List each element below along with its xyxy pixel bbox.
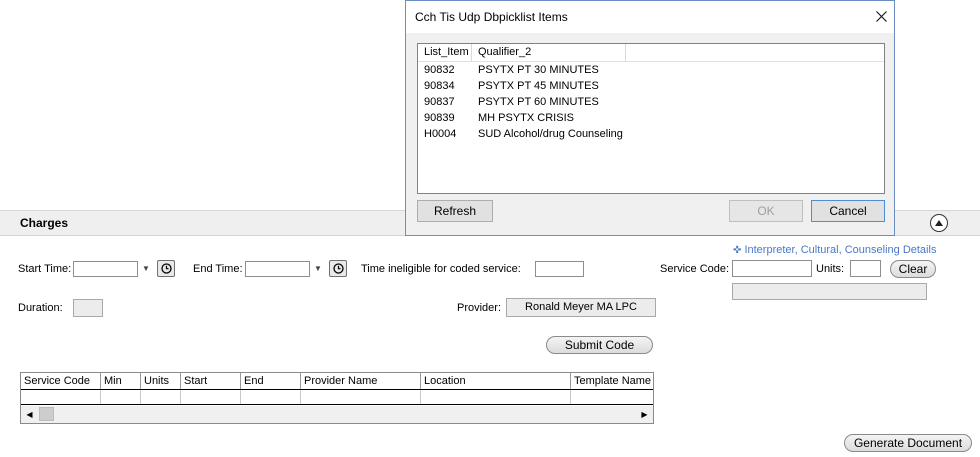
collapse-charges-button[interactable] xyxy=(930,214,948,232)
picklist-header: List_Item Qualifier_2 xyxy=(418,44,884,62)
end-time-input[interactable] xyxy=(245,261,310,277)
start-time-input[interactable] xyxy=(73,261,138,277)
list-item-description: PSYTX PT 60 MINUTES xyxy=(478,96,599,108)
time-ineligible-label: Time ineligible for coded service: xyxy=(361,263,521,275)
close-icon xyxy=(875,10,887,22)
column-min[interactable]: Min xyxy=(101,373,141,389)
chevron-up-icon xyxy=(935,220,943,226)
scroll-thumb[interactable] xyxy=(39,407,54,421)
dialog-body: List_Item Qualifier_2 90832 PSYTX PT 30 … xyxy=(406,33,894,235)
start-time-label: Start Time: xyxy=(18,263,72,275)
list-item-code: H0004 xyxy=(424,128,457,140)
end-time-label: End Time: xyxy=(193,263,243,275)
submit-code-button[interactable]: Submit Code xyxy=(546,336,653,354)
list-item-code: 90834 xyxy=(424,80,455,92)
provider-value: Ronald Meyer MA LPC xyxy=(506,298,656,317)
grid-header: Service Code Min Units Start End Provide… xyxy=(21,373,653,390)
charges-title: Charges xyxy=(20,216,69,230)
picklist-dialog: Cch Tis Udp Dbpicklist Items List_Item Q… xyxy=(405,0,895,236)
service-code-description xyxy=(732,283,927,300)
list-item-description: PSYTX PT 30 MINUTES xyxy=(478,64,599,76)
end-time-clock-button[interactable] xyxy=(329,260,347,277)
expand-icon: ✜ xyxy=(733,245,742,256)
clock-icon xyxy=(332,263,344,274)
column-end[interactable]: End xyxy=(241,373,301,389)
generate-document-button[interactable]: Generate Document xyxy=(844,434,972,452)
column-template-name[interactable]: Template Name xyxy=(571,373,653,389)
list-item-description: SUD Alcohol/drug Counseling xyxy=(478,128,623,140)
column-provider-name[interactable]: Provider Name xyxy=(301,373,421,389)
provider-label: Provider: xyxy=(457,302,502,314)
column-service-code[interactable]: Service Code xyxy=(21,373,101,389)
column-location[interactable]: Location xyxy=(421,373,571,389)
list-item-code: 90837 xyxy=(424,96,455,108)
list-item-description: PSYTX PT 45 MINUTES xyxy=(478,80,599,92)
start-time-clock-button[interactable] xyxy=(157,260,175,277)
list-item[interactable]: 90839 MH PSYTX CRISIS xyxy=(418,110,884,126)
clear-button[interactable]: Clear xyxy=(890,260,936,278)
clock-icon xyxy=(160,263,172,274)
dialog-close-button[interactable] xyxy=(868,5,894,27)
list-item[interactable]: H0004 SUD Alcohol/drug Counseling xyxy=(418,126,884,142)
list-item[interactable]: 90837 PSYTX PT 60 MINUTES xyxy=(418,94,884,110)
list-item-description: MH PSYTX CRISIS xyxy=(478,112,574,124)
duration-value xyxy=(73,299,103,317)
scroll-right-icon[interactable]: ▶ xyxy=(636,406,653,423)
picklist[interactable]: List_Item Qualifier_2 90832 PSYTX PT 30 … xyxy=(417,43,885,194)
list-item[interactable]: 90832 PSYTX PT 30 MINUTES xyxy=(418,62,884,78)
cancel-button[interactable]: Cancel xyxy=(811,200,885,222)
units-input[interactable] xyxy=(850,260,881,277)
start-time-dropdown-icon[interactable]: ▼ xyxy=(142,264,150,273)
service-code-input[interactable] xyxy=(732,260,812,277)
column-start[interactable]: Start xyxy=(181,373,241,389)
column-qualifier-2[interactable]: Qualifier_2 xyxy=(472,44,626,61)
list-item[interactable]: 90834 PSYTX PT 45 MINUTES xyxy=(418,78,884,94)
scroll-left-icon[interactable]: ◀ xyxy=(21,406,38,423)
dialog-title: Cch Tis Udp Dbpicklist Items xyxy=(415,10,568,24)
interpreter-details-label: Interpreter, Cultural, Counseling Detail… xyxy=(744,244,937,256)
interpreter-details-link[interactable]: ✜ Interpreter, Cultural, Counseling Deta… xyxy=(733,244,936,256)
list-item-code: 90832 xyxy=(424,64,455,76)
table-row[interactable] xyxy=(21,390,653,405)
refresh-button[interactable]: Refresh xyxy=(417,200,493,222)
duration-label: Duration: xyxy=(18,302,63,314)
horizontal-scrollbar[interactable]: ◀ ▶ xyxy=(21,406,653,423)
end-time-dropdown-icon[interactable]: ▼ xyxy=(314,264,322,273)
column-list-item[interactable]: List_Item xyxy=(418,44,472,61)
service-code-label: Service Code: xyxy=(660,263,730,275)
column-units[interactable]: Units xyxy=(141,373,181,389)
units-label: Units: xyxy=(816,263,845,275)
charges-grid: Service Code Min Units Start End Provide… xyxy=(20,372,654,424)
list-item-code: 90839 xyxy=(424,112,455,124)
time-ineligible-input[interactable] xyxy=(535,261,584,277)
ok-button[interactable]: OK xyxy=(729,200,803,222)
